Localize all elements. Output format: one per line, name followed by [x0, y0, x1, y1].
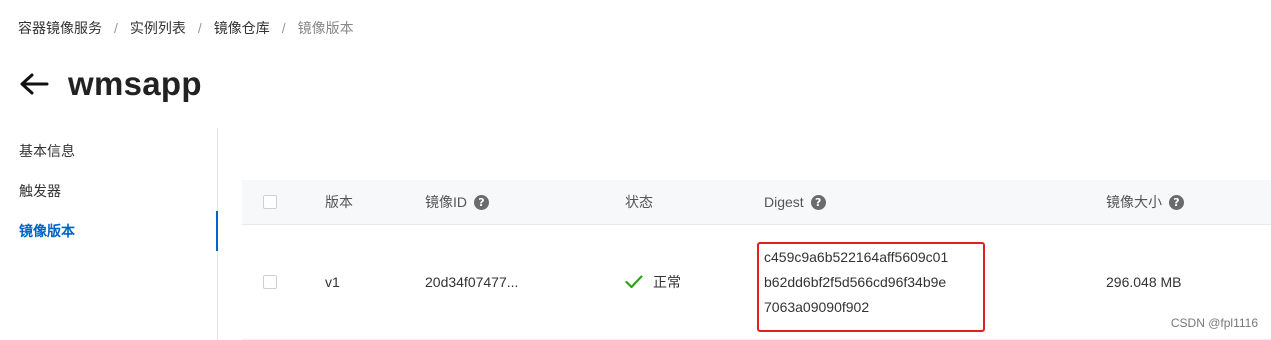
header-status-label: 状态 — [625, 194, 653, 210]
breadcrumb-item-image-repo[interactable]: 镜像仓库 — [214, 18, 270, 38]
sidebar-item-image-versions[interactable]: 镜像版本 — [0, 211, 218, 251]
sidebar-item-basic-info[interactable]: 基本信息 — [0, 131, 217, 171]
header-digest: Digest ? — [764, 180, 826, 224]
header-digest-label: Digest — [764, 194, 804, 210]
breadcrumb-separator: / — [197, 20, 202, 36]
breadcrumb-item-instance-list[interactable]: 实例列表 — [130, 18, 186, 38]
image-id-value: 20d34f07477... — [425, 274, 519, 290]
header-size: 镜像大小 ? — [1106, 180, 1184, 224]
breadcrumb: 容器镜像服务 / 实例列表 / 镜像仓库 / 镜像版本 — [18, 18, 354, 38]
version-value: v1 — [325, 274, 340, 290]
select-all-cell — [263, 180, 277, 224]
watermark: CSDN @fpl1116 — [1170, 316, 1258, 330]
breadcrumb-item-registry-service[interactable]: 容器镜像服务 — [18, 18, 102, 38]
row-checkbox[interactable] — [263, 275, 277, 289]
header-version: 版本 — [325, 180, 353, 224]
cell-image-id: 20d34f07477... — [425, 225, 518, 339]
cell-version: v1 — [325, 225, 340, 339]
checkmark-icon — [625, 275, 643, 289]
header-size-label: 镜像大小 — [1106, 194, 1162, 210]
header-version-label: 版本 — [325, 194, 353, 210]
sidebar-item-label: 镜像版本 — [19, 223, 75, 239]
question-circle-icon[interactable]: ? — [474, 194, 489, 210]
header-image-id-label: 镜像ID — [425, 194, 467, 210]
sidebar-item-label: 触发器 — [19, 183, 61, 199]
sidebar-item-triggers[interactable]: 触发器 — [0, 171, 217, 211]
header-status: 状态 — [625, 180, 653, 224]
table-header: 版本 镜像ID ? 状态 Digest ? 镜像大小 ? — [242, 180, 1271, 225]
select-all-checkbox[interactable] — [263, 195, 277, 209]
question-circle-icon[interactable]: ? — [810, 194, 826, 210]
page-header: wmsapp — [18, 62, 202, 106]
sidebar-item-label: 基本信息 — [19, 143, 75, 159]
question-circle-icon[interactable]: ? — [1169, 194, 1184, 210]
status-value: 正常 — [653, 274, 681, 290]
header-image-id: 镜像ID ? — [425, 180, 489, 224]
arrow-left-icon[interactable] — [18, 68, 50, 100]
row-select-cell — [263, 225, 277, 339]
sidebar: 基本信息 触发器 镜像版本 — [0, 128, 218, 340]
breadcrumb-item-image-version: 镜像版本 — [297, 20, 354, 36]
breadcrumb-separator: / — [114, 20, 118, 36]
digest-highlight-box — [757, 242, 985, 332]
page-title: wmsapp — [68, 65, 202, 102]
cell-status: 正常 — [625, 225, 681, 339]
size-value: 296.048 MB — [1106, 274, 1182, 290]
breadcrumb-separator: / — [281, 20, 286, 36]
